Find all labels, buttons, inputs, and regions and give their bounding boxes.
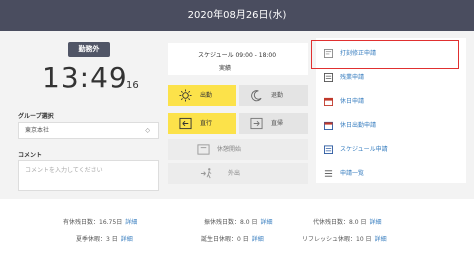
exit-arrow-icon [250,117,263,130]
sidebar-item-overtime[interactable]: 残業申請 [324,70,454,86]
sidebar-item-holiday[interactable]: 休日申請 [324,94,454,110]
sidebar-item-label: 休日出勤申請 [340,122,377,129]
group-label: グループ選択 [18,113,54,120]
stat-label: 代休残日数： [313,219,350,226]
sidebar-item-label: 残業申請 [340,74,365,81]
holiday-icon [324,97,333,106]
sidebar-item-schedule[interactable]: スケジュール申請 [324,142,454,158]
date-header: 2020年08月26日(水) [0,0,474,31]
stat-value: 10 日 [356,236,372,243]
sidebar-item-label: 休日申請 [340,98,365,105]
detail-link[interactable]: 詳細 [260,219,272,226]
stat-label: 夏季休暇： [76,236,107,243]
sun-icon [179,89,192,102]
moon-icon [251,90,262,102]
direct-return-button[interactable]: 直帰 [239,113,308,134]
selected-item-highlight [311,40,459,69]
holiday-work-icon [324,121,333,130]
clock-out-label: 退勤 [271,92,284,99]
list-icon [324,170,333,177]
group-select[interactable]: 東京本社 ◇ [18,122,159,139]
group-value: 東京本社 [25,127,50,134]
stat-label: 振休残日数： [204,219,241,226]
break-start-label: 休憩開始 [217,146,242,153]
break-start-button[interactable]: 休憩開始 [168,139,308,160]
sidebar-item-label: スケジュール申請 [340,146,388,153]
stat-substitute-leave: 振休残日数：8.0 日詳細 [204,217,272,226]
clock-out-button[interactable]: 退勤 [239,85,308,106]
clock-in-button[interactable]: 出勤 [168,85,236,106]
clock-in-label: 出勤 [200,92,213,99]
stat-birthday-leave: 誕生日休暇：0 日詳細 [201,234,264,243]
stat-label: 有休残日数： [63,219,100,226]
direct-go-button[interactable]: 直行 [168,113,236,134]
enter-arrow-icon [179,117,192,130]
break-icon [197,144,210,155]
go-out-label: 外出 [228,170,241,177]
clock-time: 13:49 [42,61,128,94]
stat-label: 誕生日休暇： [201,236,238,243]
stat-refresh-leave: リフレッシュ休暇：10 日詳細 [302,234,387,243]
detail-link[interactable]: 詳細 [125,219,137,226]
leave-balance-footer [0,199,474,257]
detail-link[interactable]: 詳細 [252,236,264,243]
comment-label: コメント [18,152,43,159]
stat-value: 0 日 [237,236,249,243]
schedule-icon [324,145,333,154]
schedule-card: スケジュール 09:00 - 18:00 実績 [168,43,308,75]
clock-seconds: 16 [126,80,139,91]
sidebar-item-request-list[interactable]: 申請一覧 [324,166,454,182]
stat-value: 3 日 [106,236,118,243]
stat-label: リフレッシュ休暇： [302,236,357,243]
overtime-icon [324,73,333,82]
sidebar-item-holiday-work[interactable]: 休日出勤申請 [324,118,454,134]
status-badge: 勤務外 [68,42,110,57]
stat-compensatory-leave: 代休残日数：8.0 日詳細 [313,217,381,226]
comment-placeholder: コメントを入力してください [25,167,103,174]
detail-link[interactable]: 詳細 [121,236,133,243]
date-text: 2020年08月26日(水) [187,10,287,21]
stat-value: 8.0 日 [349,219,367,226]
schedule-status: 実績 [219,65,232,72]
go-out-button[interactable]: 外出 [168,163,308,184]
stat-value: 16.75日 [99,219,123,226]
direct-return-label: 直帰 [271,120,284,127]
schedule-title: スケジュール 09:00 - 18:00 [198,52,277,59]
detail-link[interactable]: 詳細 [369,219,381,226]
stat-value: 8.0 日 [240,219,258,226]
chevron-down-icon: ◇ [145,127,150,134]
direct-go-label: 直行 [200,120,213,127]
comment-input[interactable]: コメントを入力してください [18,160,159,191]
stat-paid-leave: 有休残日数：16.75日 詳細 [63,217,137,226]
stat-summer-leave: 夏季休暇：3 日詳細 [76,234,133,243]
detail-link[interactable]: 詳細 [375,236,387,243]
sidebar-item-label: 申請一覧 [340,170,365,177]
walk-out-icon [200,168,212,179]
